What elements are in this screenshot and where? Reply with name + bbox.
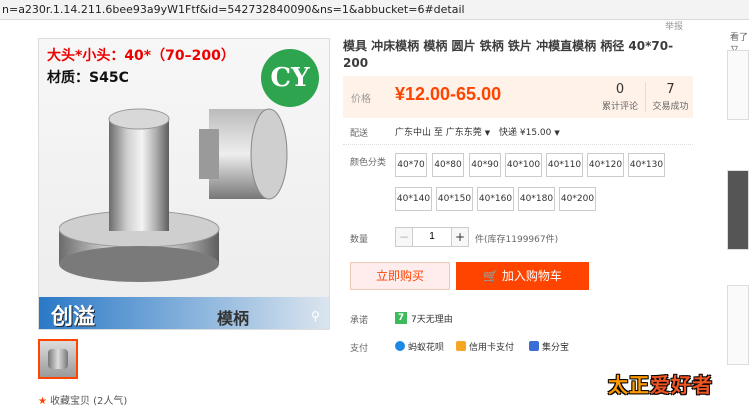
sku-option[interactable]: 40*180 xyxy=(518,187,555,211)
jifenbao-icon xyxy=(529,341,539,351)
review-stat[interactable]: 0 累计评论 xyxy=(595,82,645,112)
recommend-thumb[interactable] xyxy=(727,285,749,365)
sku-option[interactable]: 40*150 xyxy=(436,187,473,211)
quantity-decrement-button[interactable]: − xyxy=(395,227,413,247)
favorite-link[interactable]: ★ 收藏宝贝 (2人气) xyxy=(38,392,127,407)
payment-credit-card[interactable]: 信用卡支付 xyxy=(456,340,514,353)
thumbnail-image[interactable] xyxy=(38,339,78,379)
ship-from: 广东中山 至 xyxy=(395,128,443,138)
quantity-increment-button[interactable]: + xyxy=(451,227,469,247)
promise-label: 承诺 xyxy=(350,316,369,326)
price-label: 价格 xyxy=(351,94,371,105)
star-icon: ★ xyxy=(38,396,47,407)
sku-option[interactable]: 40*120 xyxy=(587,153,624,177)
site-watermark-logo: 太正爱好者 xyxy=(608,373,713,397)
sales-count: 7 xyxy=(666,82,675,97)
sku-option[interactable]: 40*140 xyxy=(395,187,432,211)
credit-card-icon xyxy=(456,341,466,351)
payment-huabei[interactable]: 蚂蚁花呗 xyxy=(395,340,444,353)
payment-label: 支付 xyxy=(350,344,369,354)
cart-icon: 🛒 xyxy=(483,269,499,283)
recommend-thumb[interactable] xyxy=(727,170,749,250)
address-bar[interactable]: n=a230r.1.14.211.6bee93a9yW1Ftf&id=54273… xyxy=(0,0,749,20)
review-count: 0 xyxy=(615,82,625,97)
product-title: 模具 冲床模柄 模柄 圆片 铁柄 铁片 冲模直模柄 柄径 40*70-200 xyxy=(343,39,674,70)
seven-day-return-icon: 7 xyxy=(395,312,407,324)
promise-text[interactable]: 7天无理由 xyxy=(411,312,453,325)
sku-option[interactable]: 40*130 xyxy=(628,153,665,177)
shipping-label: 配送 xyxy=(350,129,369,139)
product-photo xyxy=(59,108,288,282)
quantity-label: 数量 xyxy=(350,235,369,245)
sales-label: 交易成功 xyxy=(652,102,689,112)
payment-jifenbao[interactable]: 集分宝 xyxy=(529,340,569,353)
price-panel: 价格 ¥12.00-65.00 0 累计评论 7 交易成功 xyxy=(343,76,693,118)
report-link[interactable]: 举报 xyxy=(665,19,683,32)
sku-option[interactable]: 40*80 xyxy=(432,153,464,177)
price-value: ¥12.00-65.00 xyxy=(395,84,502,104)
stock-text: 件(库存1199967件) xyxy=(475,235,559,245)
promo-size-text: 大头*小头：40*（70–200） xyxy=(47,48,235,64)
band-product-label: 模柄 xyxy=(217,309,250,328)
ship-to-select[interactable]: 广东东莞 ▼ xyxy=(446,128,496,138)
sku-option[interactable]: 40*70 xyxy=(395,153,427,177)
review-label: 累计评论 xyxy=(601,102,638,112)
sales-stat: 7 交易成功 xyxy=(645,82,695,112)
add-to-cart-button[interactable]: 🛒 加入购物车 xyxy=(456,262,589,290)
color-category-label: 颜色分类 xyxy=(350,158,387,168)
main-product-image[interactable]: 大头*小头：40*（70–200） 材质：S45C CY 创溢 模柄 ⚲ xyxy=(38,38,330,330)
buy-now-button[interactable]: 立即购买 xyxy=(350,262,450,290)
divider xyxy=(343,144,693,145)
recommend-thumb[interactable] xyxy=(727,50,749,120)
favorite-text: 收藏宝贝 (2人气) xyxy=(49,396,128,407)
chevron-down-icon: ▼ xyxy=(554,129,560,137)
band-brand-text: 创溢 xyxy=(51,305,96,330)
sku-option[interactable]: 40*90 xyxy=(469,153,501,177)
ship-method-select[interactable]: 快递 ¥15.00 ▼ xyxy=(499,128,566,138)
add-to-cart-label: 加入购物车 xyxy=(501,269,562,283)
zoom-icon[interactable]: ⚲ xyxy=(311,309,320,323)
shipping-info: 广东中山 至 广东东莞 ▼ 快递 ¥15.00 ▼ xyxy=(395,125,566,138)
sku-option[interactable]: 40*160 xyxy=(477,187,514,211)
promo-material-text: 材质：S45C xyxy=(47,70,129,86)
sku-option[interactable]: 40*200 xyxy=(559,187,596,211)
chevron-down-icon: ▼ xyxy=(484,129,491,137)
huabei-icon xyxy=(395,341,405,351)
sku-option[interactable]: 40*110 xyxy=(546,153,583,177)
image-brand-band: 创溢 模柄 xyxy=(39,297,329,330)
quantity-input[interactable]: 1 xyxy=(413,227,451,247)
sku-option[interactable]: 40*100 xyxy=(505,153,542,177)
